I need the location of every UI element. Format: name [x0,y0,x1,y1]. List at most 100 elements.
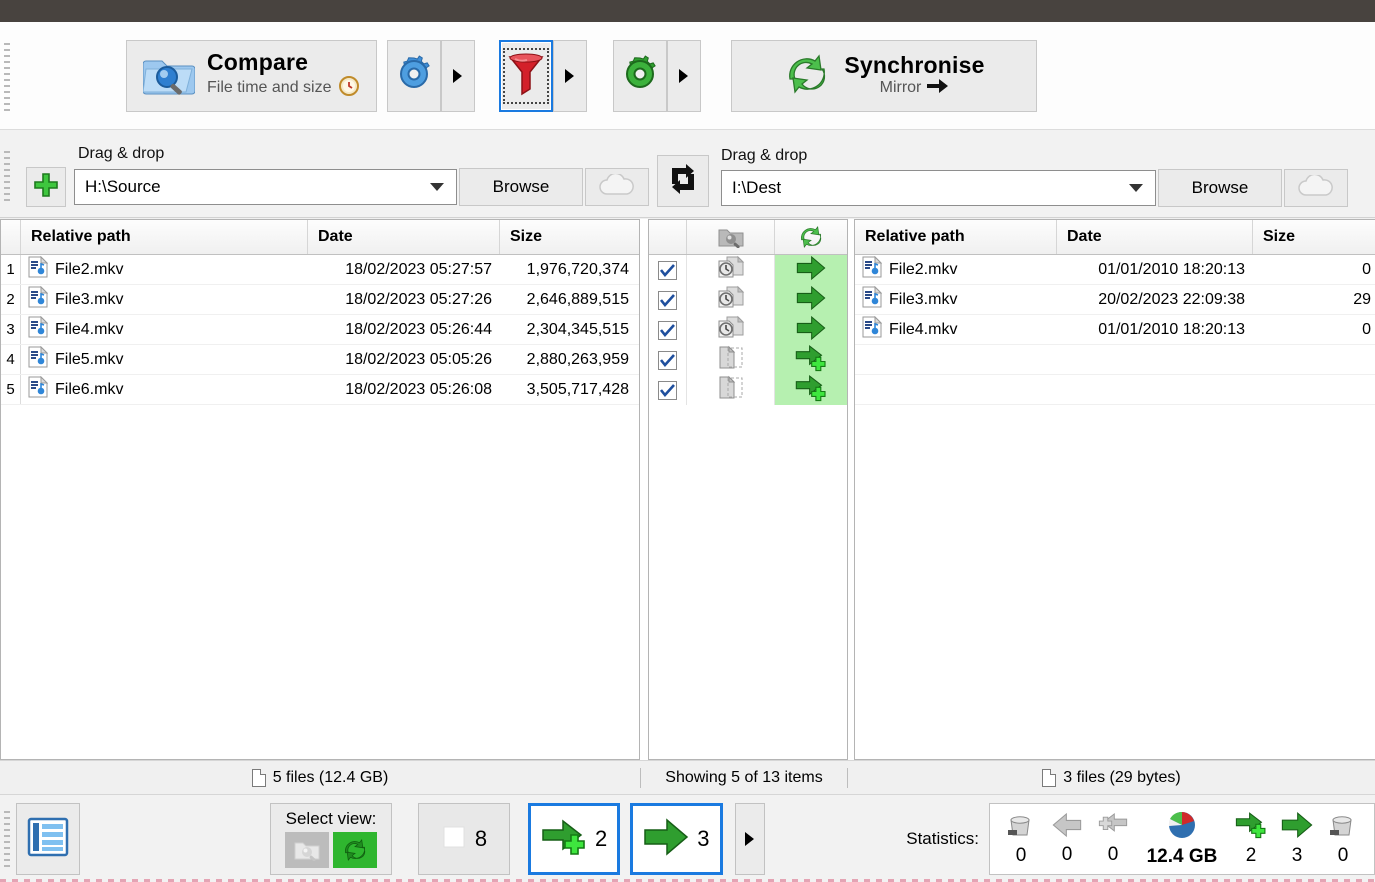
statistic-value: 2 [1245,844,1257,866]
middle-row[interactable] [649,285,847,315]
swap-sides-icon [666,162,700,200]
cloud-icon [1296,173,1336,201]
media-file-icon [862,316,883,343]
row-include-cell[interactable] [649,255,687,285]
left-header-size[interactable]: Size [500,220,633,254]
row-category-cell [687,345,775,375]
comparison-settings-dropdown[interactable] [440,39,475,112]
row-include-cell[interactable] [649,375,687,405]
row-action-cell[interactable] [775,375,847,405]
middle-row[interactable] [649,255,847,285]
left-cell-path: File3.mkv [21,286,308,313]
table-row[interactable]: File2.mkv 01/01/2010 18:20:13 0 [855,255,1375,285]
filter-more-button[interactable] [734,802,765,875]
left-header-relative-path[interactable]: Relative path [21,220,308,254]
synchronise-button[interactable]: Synchronise Mirror [730,39,1037,112]
filter-equal-count: 8 [474,825,488,851]
row-include-cell[interactable] [649,345,687,375]
row-include-cell[interactable] [649,285,687,315]
table-row[interactable]: File3.mkv 20/02/2023 22:09:38 29 [855,285,1375,315]
sync-settings-button[interactable] [612,39,667,112]
filter-button[interactable] [498,39,553,112]
compare-button[interactable]: Compare File time and size [126,39,377,112]
synchronise-button-title: Synchronise [844,51,985,78]
row-include-cell[interactable] [649,315,687,345]
row-number: 5 [1,375,21,404]
caret-right-icon [565,68,574,83]
table-row[interactable]: 5 File6.mkv 18/02/2023 05:26:08 3,505,717,… [1,375,639,405]
left-browse-button[interactable]: Browse [459,168,583,206]
left-cloud-button[interactable] [585,168,649,206]
right-header-relative-path[interactable]: Relative path [855,220,1057,254]
table-row[interactable] [855,375,1375,405]
chevron-down-icon[interactable] [430,183,444,191]
overview-panel-button[interactable] [16,802,80,875]
right-folder-input[interactable]: I:\Dest [721,170,1156,206]
right-folder-path: I:\Dest [732,178,782,197]
sync-action-icon[interactable] [775,220,847,254]
check-icon [660,263,675,277]
row-action-cell[interactable] [775,255,847,285]
bottombar-gripper[interactable] [2,806,12,871]
left-header-date[interactable]: Date [308,220,500,254]
row-category-cell [687,375,775,405]
swap-sides-button[interactable] [657,155,709,207]
arrow-right-plus-icon [1235,811,1267,843]
row-include-checkbox[interactable] [658,260,677,280]
media-file-icon [28,376,49,403]
row-include-checkbox[interactable] [658,320,677,340]
row-action-cell[interactable] [775,315,847,345]
filter-update-button[interactable]: 3 [630,802,723,875]
right-file-name: File2.mkv [889,260,958,278]
row-include-checkbox[interactable] [658,380,677,400]
filter-dropdown[interactable] [552,39,587,112]
right-cell-date: 01/01/2010 18:20:13 [1098,320,1245,338]
left-folder-path: H:\Source [85,177,161,196]
view-synchronisation-button[interactable] [333,832,377,868]
table-row[interactable]: 3 File4.mkv 18/02/2023 05:26:44 2,304,345,… [1,315,639,345]
right-cell-date: 20/02/2023 22:09:38 [1098,290,1245,308]
overview-list-icon [26,815,70,863]
middle-row[interactable] [649,375,847,405]
middle-row[interactable] [649,345,847,375]
arrow-right-icon [643,817,689,861]
table-row[interactable]: File4.mkv 01/01/2010 18:20:13 0 [855,315,1375,345]
right-cell-size: 0 [1362,260,1371,278]
table-row[interactable]: 4 File5.mkv 18/02/2023 05:05:26 2,880,263,… [1,345,639,375]
statistics-label: Statistics: [906,828,979,848]
plus-left-grey-icon [1098,812,1128,842]
statistics-box: 0 0 0 12.4 GB 2 3 0 [989,802,1375,875]
view-comparison-button[interactable] [285,832,329,868]
row-include-checkbox[interactable] [658,350,677,370]
row-include-checkbox[interactable] [658,290,677,310]
filter-equal-button[interactable]: 8 [418,802,510,875]
table-row[interactable]: 1 File2.mkv 18/02/2023 05:27:57 1,976,720,… [1,255,639,285]
comparison-grids: Relative path Date Size 1 File2.mkv 18/02… [0,219,1375,760]
right-cloud-button[interactable] [1284,169,1348,207]
left-folder-input[interactable]: H:\Source [74,169,457,205]
row-action-cell[interactable] [775,285,847,315]
filter-create-button[interactable]: 2 [528,802,621,875]
dirpair-gripper[interactable] [2,147,12,205]
middle-row[interactable] [649,315,847,345]
arrow-right-icon [796,255,826,281]
row-action-cell[interactable] [775,345,847,375]
left-only-icon [715,375,747,405]
sync-settings-dropdown[interactable] [666,39,701,112]
toolbar-gripper[interactable] [2,38,12,113]
clock-icon [338,75,360,102]
right-cell-date: 01/01/2010 18:20:13 [1098,260,1245,278]
table-row[interactable]: 2 File3.mkv 18/02/2023 05:27:26 2,646,889,… [1,285,639,315]
table-row[interactable] [855,345,1375,375]
right-browse-button[interactable]: Browse [1158,169,1282,207]
right-header-size[interactable]: Size [1253,220,1375,254]
add-folder-pair-button[interactable] [26,167,66,207]
check-icon [660,293,675,307]
comparison-settings-button[interactable] [386,39,441,112]
chevron-down-icon[interactable] [1129,184,1143,192]
row-number: 2 [1,285,21,314]
right-cell-path: File2.mkv [855,256,1057,283]
right-header-date[interactable]: Date [1057,220,1253,254]
statistic-item: 0 [1090,812,1136,866]
category-icon[interactable] [687,220,775,254]
